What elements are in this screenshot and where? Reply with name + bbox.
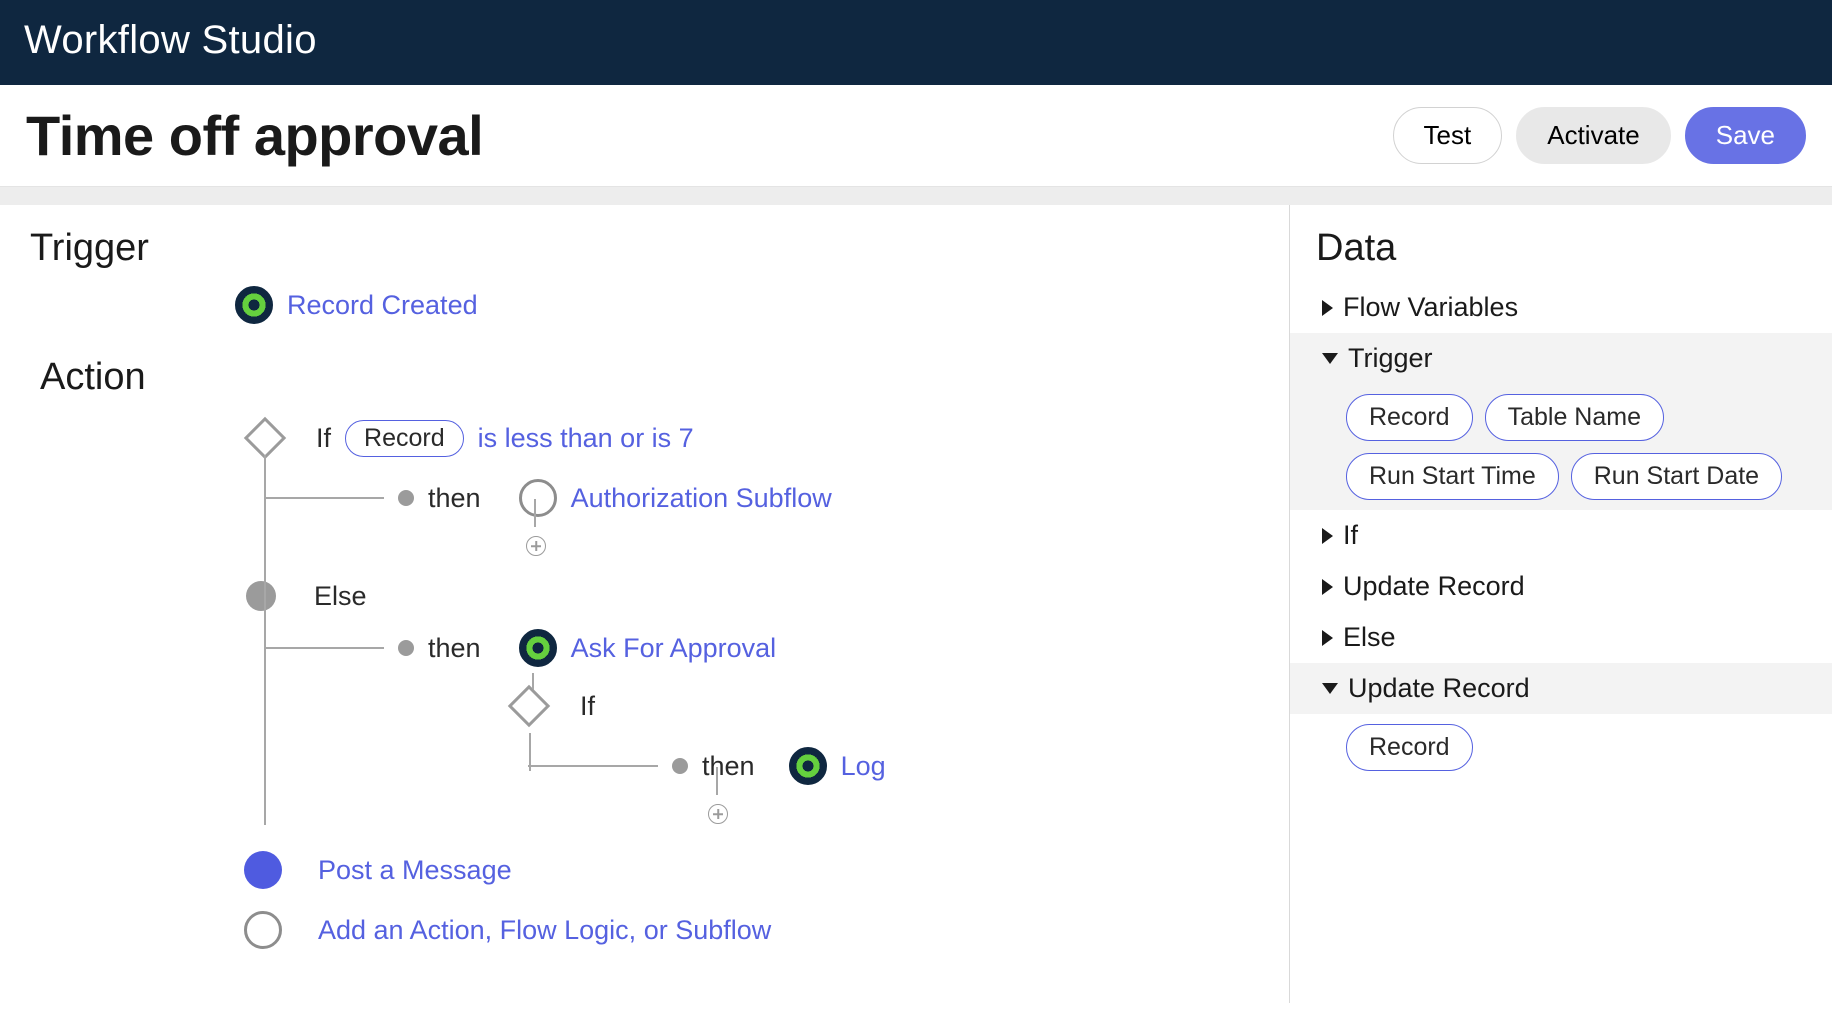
page-header: Time off approval Test Activate Save <box>0 85 1832 187</box>
then-label-1: then <box>428 483 481 514</box>
nested-if-node[interactable]: If <box>514 683 1259 729</box>
connector-dot <box>672 758 688 774</box>
trigger-node[interactable]: Record Created <box>235 282 1259 328</box>
connector-vline <box>264 455 266 825</box>
main: Trigger Record Created Action If Record … <box>0 205 1832 1003</box>
log-icon <box>789 747 827 785</box>
record-pill[interactable]: Record <box>345 420 464 457</box>
workflow-canvas: Trigger Record Created Action If Record … <box>0 205 1290 1003</box>
if-keyword: If <box>316 423 331 454</box>
trigger-heading: Trigger <box>30 227 1259 270</box>
connector-hline <box>264 647 384 649</box>
update-record-pill-row: Record <box>1316 714 1806 781</box>
approval-icon <box>519 629 557 667</box>
diamond-icon <box>508 685 550 727</box>
connector-vline <box>716 767 718 795</box>
caret-right-icon <box>1322 528 1333 544</box>
data-tree-update-record-1[interactable]: Update Record <box>1316 561 1806 612</box>
caret-right-icon <box>1322 300 1333 316</box>
then-branch-2: then Ask For Approval <box>264 625 1259 671</box>
data-heading: Data <box>1316 227 1806 270</box>
caret-down-icon <box>1322 353 1338 364</box>
data-pill-run-start-date[interactable]: Run Start Date <box>1571 453 1782 500</box>
connector-dot <box>398 490 414 506</box>
data-tree-flow-variables[interactable]: Flow Variables <box>1316 282 1806 333</box>
connector-dot <box>398 640 414 656</box>
data-tree-if[interactable]: If <box>1316 510 1806 561</box>
else-keyword: Else <box>314 581 367 612</box>
data-pill-run-start-time[interactable]: Run Start Time <box>1346 453 1559 500</box>
tree-item-label: If <box>1343 520 1358 551</box>
tree-item-label: Trigger <box>1348 343 1433 374</box>
ask-for-approval-link[interactable]: Ask For Approval <box>571 633 777 664</box>
connector-hline <box>528 765 658 767</box>
post-message-link[interactable]: Post a Message <box>318 855 512 886</box>
data-pill-record[interactable]: Record <box>1346 724 1473 771</box>
save-button[interactable]: Save <box>1685 107 1806 164</box>
caret-down-icon <box>1322 683 1338 694</box>
trigger-label[interactable]: Record Created <box>287 290 478 321</box>
message-icon <box>244 851 282 889</box>
connector-vline <box>534 499 536 527</box>
tree-item-label: Flow Variables <box>1343 292 1518 323</box>
tree-item-label: Update Record <box>1343 571 1525 602</box>
tree-item-label: Else <box>1343 622 1396 653</box>
data-tree-update-record-2[interactable]: Update Record <box>1290 663 1832 714</box>
post-message-node[interactable]: Post a Message <box>244 847 1259 893</box>
add-action-placeholder[interactable]: Add an Action, Flow Logic, or Subflow <box>244 907 1259 953</box>
then-branch-1: then Authorization Subflow <box>264 475 1259 521</box>
add-placeholder-label[interactable]: Add an Action, Flow Logic, or Subflow <box>318 915 771 946</box>
data-pill-record[interactable]: Record <box>1346 394 1473 441</box>
caret-right-icon <box>1322 630 1333 646</box>
connector-hline <box>264 497 384 499</box>
condition-text[interactable]: is less than or is 7 <box>478 423 694 454</box>
trigger-pill-row: Record Table Name Run Start Time Run Sta… <box>1290 384 1832 510</box>
diamond-icon <box>244 417 286 459</box>
subflow-icon <box>519 479 557 517</box>
nested-then-label: then <box>702 751 755 782</box>
caret-right-icon <box>1322 579 1333 595</box>
divider-strip <box>0 187 1832 205</box>
action-heading: Action <box>40 356 1259 399</box>
data-tree-trigger[interactable]: Trigger <box>1290 333 1832 384</box>
data-panel: Data Flow Variables Trigger Record Table… <box>1290 205 1832 1003</box>
app-bar: Workflow Studio <box>0 0 1832 85</box>
trigger-icon <box>235 286 273 324</box>
log-link[interactable]: Log <box>841 751 886 782</box>
authorization-subflow-link[interactable]: Authorization Subflow <box>571 483 832 514</box>
if-node[interactable]: If Record is less than or is 7 <box>250 415 1259 461</box>
connector-vline <box>529 733 531 771</box>
else-dot-icon <box>246 581 276 611</box>
add-placeholder-icon <box>244 911 282 949</box>
tree-item-label: Update Record <box>1348 673 1530 704</box>
add-step-button[interactable] <box>708 804 728 824</box>
add-step-button[interactable] <box>526 536 546 556</box>
then-label-2: then <box>428 633 481 664</box>
data-pill-table-name[interactable]: Table Name <box>1485 394 1664 441</box>
else-node[interactable]: Else <box>246 573 1259 619</box>
header-actions: Test Activate Save <box>1393 107 1806 164</box>
test-button[interactable]: Test <box>1393 107 1503 164</box>
page-title: Time off approval <box>26 103 483 168</box>
nested-if-keyword: If <box>580 691 595 722</box>
app-title: Workflow Studio <box>24 18 317 62</box>
activate-button[interactable]: Activate <box>1516 107 1671 164</box>
nested-then-branch: then Log <box>528 743 1259 789</box>
data-tree-else[interactable]: Else <box>1316 612 1806 663</box>
